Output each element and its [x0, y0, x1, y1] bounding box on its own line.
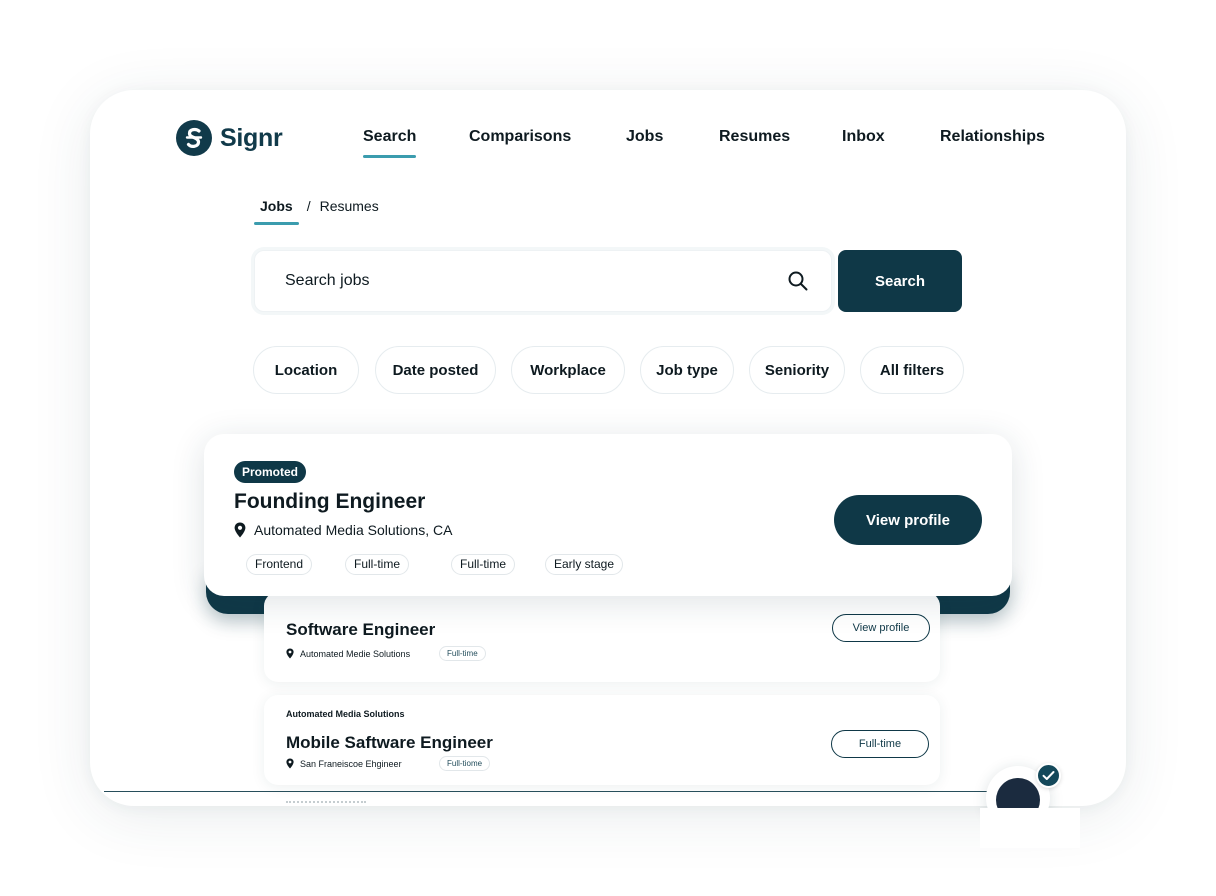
- signr-logo-icon: [176, 120, 212, 156]
- tab-resumes[interactable]: Resumes: [320, 198, 379, 214]
- nav-item-comparisons[interactable]: Comparisons: [469, 128, 571, 146]
- tag-full-time: Full-tiome: [439, 756, 491, 771]
- job-location: Automated Media Solutions, CA: [234, 522, 452, 538]
- nav-item-relationships[interactable]: Relationships: [940, 128, 1045, 146]
- job-location-text: Automated Medie Solutions: [300, 648, 411, 659]
- view-profile-button[interactable]: View profile: [834, 495, 982, 545]
- promoted-badge: Promoted: [234, 461, 307, 483]
- company-name: Automated Media Solutions: [286, 709, 405, 719]
- tag-full-time: Full-time: [451, 554, 516, 575]
- job-title[interactable]: Mobile Saftware Engineer: [286, 733, 493, 753]
- app-window: Signr Search Comparisons Jobs Resumes In…: [90, 90, 1126, 806]
- location-pin-icon: [286, 648, 294, 659]
- check-icon: [1036, 763, 1061, 788]
- nav-item-search[interactable]: Search: [363, 128, 417, 158]
- filter-workplace[interactable]: Workplace: [511, 346, 625, 394]
- full-time-button[interactable]: Full-time: [831, 730, 929, 758]
- location-pin-icon: [286, 758, 294, 769]
- job-location: Automated Medie Solutions: [286, 648, 410, 659]
- job-location-text: Automated Media Solutions, CA: [254, 522, 453, 538]
- tab-jobs[interactable]: Jobs: [254, 198, 299, 225]
- truncated-row: [286, 801, 366, 806]
- tag-full-time: Full-time: [345, 554, 410, 575]
- job-card[interactable]: Automated Media Solutions Mobile Saftwar…: [264, 695, 940, 785]
- job-card[interactable]: Software Engineer Automated Medie Soluti…: [264, 592, 940, 682]
- filter-seniority[interactable]: Seniority: [749, 346, 845, 394]
- location-pin-icon: [234, 522, 246, 538]
- breadcrumb: Jobs / Resumes: [254, 198, 379, 225]
- tag-full-time: Full-time: [439, 646, 486, 661]
- tag-frontend: Frontend: [246, 554, 313, 575]
- tag-early-stage: Early stage: [545, 554, 624, 575]
- search-input[interactable]: [285, 251, 765, 311]
- job-location: San Franeiscoe Ehgineer: [286, 758, 402, 769]
- nav-item-inbox[interactable]: Inbox: [842, 128, 885, 146]
- brand-name: Signr: [220, 123, 283, 152]
- promoted-job-card[interactable]: Promoted Founding Engineer Automated Med…: [204, 434, 1012, 596]
- search-button[interactable]: Search: [838, 250, 962, 312]
- filter-job-type[interactable]: Job type: [640, 346, 734, 394]
- brand-logo[interactable]: Signr: [176, 120, 283, 156]
- filter-all-filters[interactable]: All filters: [860, 346, 964, 394]
- job-location-text: San Franeiscoe Ehgineer: [300, 758, 402, 769]
- job-title[interactable]: Software Engineer: [286, 620, 435, 640]
- view-profile-button[interactable]: View profile: [832, 614, 930, 642]
- search-icon[interactable]: [787, 270, 809, 292]
- breadcrumb-separator: /: [306, 198, 311, 214]
- job-title[interactable]: Founding Engineer: [234, 490, 425, 514]
- avatar-mask: [980, 808, 1080, 848]
- filter-location[interactable]: Location: [253, 346, 359, 394]
- divider: [104, 791, 988, 792]
- nav-item-resumes[interactable]: Resumes: [719, 128, 790, 146]
- nav-item-jobs[interactable]: Jobs: [626, 128, 663, 146]
- search-box: [254, 250, 832, 312]
- filter-date-posted[interactable]: Date posted: [375, 346, 496, 394]
